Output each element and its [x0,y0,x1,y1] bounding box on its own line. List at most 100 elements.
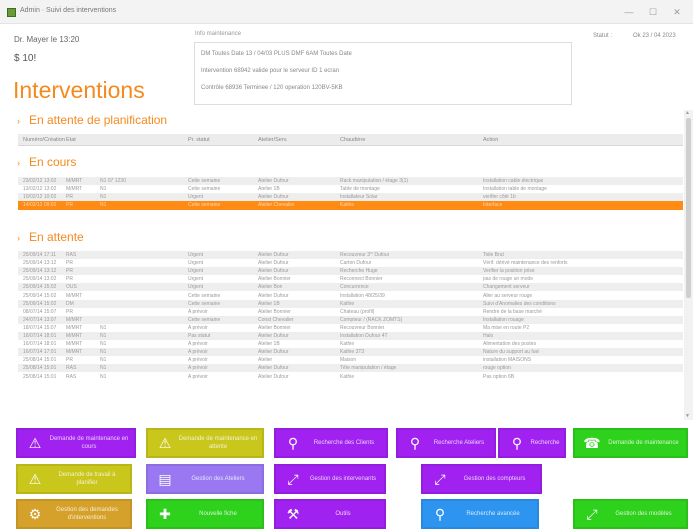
table-cell: M/MRT [66,178,83,184]
table-cell: Cette semaine [188,202,221,209]
table-cell: A prévoir [188,357,208,364]
table-cell: Atelier 1B [258,341,280,348]
section-label: En attente [29,230,84,244]
gestion-des-ateliers-button[interactable]: ▤ Gestion des Ateliers [146,464,264,494]
table-cell: Cette semaine [188,186,221,193]
column-header[interactable]: Action [483,137,498,143]
table-cell: RAS [66,365,77,372]
table-row[interactable]: 16/07/14 18:01 M/MRT N1 Pas statut Atelier D… [18,332,683,340]
button-label: Gestion des compteurs [463,476,526,482]
chevron-right-icon: › [17,233,20,243]
gestion-des-demandes-d-interventions-button[interactable]: ⚙ Gestion des demandes d'interventions [16,499,132,529]
table-cell: Pas option 6B [483,373,515,380]
section-label: En cours [29,155,77,169]
maintenance-line: DM Toutes Date 13 / 04/03 PLUS DMF 6AM T… [201,51,352,57]
button-label: Recherche des Clients [313,440,375,446]
table-row[interactable]: 10/02/12 10:02 PR N1 Urgent Atelier Dufour In… [18,193,683,202]
table-cell: M/MRT [66,316,83,323]
column-header[interactable]: Atelier/Serv. [258,137,288,143]
table-row[interactable]: 18/07/14 15:07 M/MRT N1 A prévoir Atelier Bo… [18,324,683,332]
expand-icon: ⤢ [434,471,446,487]
recherche-ateliers-button[interactable]: ⚲ Recherche Ateliers [396,428,496,458]
table-cell: M/MRT [66,349,83,356]
column-header[interactable]: Numéro/Crèation [23,137,65,143]
demande-de-travail-planifier-button[interactable]: ⚠ Demande de travail à planifier [16,464,132,494]
section-en-cours[interactable]: › En cours [17,155,76,169]
section-en-attente[interactable]: › En attente [17,230,84,244]
gestion-des-compteurs-button[interactable]: ⤢ Gestion des compteurs [421,464,542,494]
window-titlebar: Admin · Suivi des interventions — ☐ ✕ [0,0,693,24]
table-cell: 14/02/12 09:02 [23,202,57,209]
table-row[interactable]: 25/09/14 13:12 PR Urgent Atelier Dufour Rech… [18,267,683,276]
table-row[interactable]: 08/07/14 15:07 PR A prévoir Atelier Bonnier… [18,308,683,316]
table-cell: 23/02/12 13:02 [23,178,57,184]
table-row[interactable]: 25/09/14 15:02 M/MRT Cette semaine Atelier … [18,292,683,300]
table-cell: PR [66,260,73,267]
demande-de-maintenance-en-attente-button[interactable]: ⚠ Demande de maintenance en attente [146,428,264,458]
scroll-up-icon[interactable]: ▲ [685,110,690,116]
demande-de-maintenance-button[interactable]: ☎ Demande de maintenance [573,428,688,458]
table-row[interactable]: 25/09/14 15:02 DM Cette semaine Atelier 1B K… [18,299,683,308]
table-cell: Atelier Bonnier [258,276,291,283]
outils-button[interactable]: ⚒ Outils [274,499,386,529]
maximize-button[interactable]: ☐ [642,4,664,20]
table-row[interactable]: 25/08/14 15:01 PR N1 A prévoir Atelier Maison… [18,356,683,364]
table-cell: Installation Dufour 4T [340,333,388,339]
table-cell: Atelier [258,357,273,364]
table-cell: Installation rouage [483,316,524,323]
table-cell: Cette semaine [188,292,221,299]
section-planification[interactable]: › En attente de planification [17,113,167,127]
table-cell: RAS [66,252,77,258]
table-cell: A prévoir [188,324,208,331]
table-row[interactable]: 16/07/14 18:01 M/MRT N1 A prévoir Atelier 1B… [18,340,683,348]
table-row[interactable]: 25/08/14 15:01 RAS N1 A prévoir Atelier Dufo… [18,373,683,381]
table-row[interactable]: 14/02/12 09:02 PR N1 Cette semaine Atelier C… [18,201,683,211]
table-row[interactable]: 13/02/12 13:02 M/MRT N1 Cette semaine Atelie… [18,185,683,193]
scrollbar-thumb[interactable] [686,118,691,298]
table-row[interactable]: 24/07/14 13:07 M/MRT Cette semaine Const Ch… [18,315,683,324]
table-cell: Atelier 1B [258,186,280,193]
table-row[interactable]: 25/09/14 17:11 RAS Urgent Atelier Dufour Rec… [18,251,683,259]
column-header[interactable]: Pr. statut [188,137,210,143]
table-header: Numéro/Crèation Etat Pr. statut Atelier/Ser… [18,134,683,146]
table-cell: 25/09/14 17:11 [23,252,56,258]
maintenance-info-box[interactable]: DM Toutes Date 13 / 04/03 PLUS DMF 6AM T… [194,42,572,105]
table-cell: Aller au serveur rouge [483,292,533,299]
column-header[interactable]: Chaudière [340,137,365,143]
close-button[interactable]: ✕ [666,4,688,20]
warning-icon: ⚠ [158,435,172,451]
table-cell: N1 [100,373,107,380]
recherche-button[interactable]: ⚲ Recherche [498,428,566,458]
minimize-button[interactable]: — [618,4,640,20]
table-row[interactable]: 25/09/14 13:12 PR Urgent Atelier Dufour Cart… [18,259,683,267]
table-cell: 25/09/14 15:02 [23,292,57,299]
table-cell: Suivi d'Anomalies des conditions [483,300,556,307]
table-cell: PR [66,194,73,201]
table-cell: Compteur / (RACK ZOMTS) [340,316,403,323]
button-label: Recherche [530,440,560,446]
button-label: Outils [335,511,351,517]
column-header[interactable]: Etat [66,137,76,143]
table-row[interactable]: 25/08/14 15:01 RAS N1 A prévoir Atelier Dufo… [18,364,683,373]
recherche-des-clients-button[interactable]: ⚲ Recherche des Clients [274,428,388,458]
table-cell: 13/02/12 13:02 [23,186,57,193]
gestion-des-intervenants-button[interactable]: ⤢ Gestion des intervenants [274,464,386,494]
recherche-avanc-e-button[interactable]: ⚲ Recherche avancée [421,499,539,529]
table-row[interactable]: 25/09/14 15:02 OUS Urgent Atelier Bon Concur… [18,283,683,292]
table-cell: Atelier Dufour [258,333,289,339]
table-cell: N1 [100,202,107,209]
scroll-down-icon[interactable]: ▼ [685,413,690,419]
table-cell: Atelier Bonnier [258,324,291,331]
table-row[interactable]: 23/02/12 13:02 M/MRT N1 07 1230 Cette semai… [18,177,683,185]
user-date-label: Dr. Mayer le 13:20 [14,35,80,44]
table-row[interactable]: 16/07/14 17:01 M/MRT N1 A prévoir Atelier Du… [18,348,683,357]
app-icon [7,8,16,17]
gestion-des-mod-les-button[interactable]: ⤢ Gestion des modèles [573,499,688,529]
table-row[interactable]: 25/09/14 13:02 PR Urgent Atelier Bonnier Rec… [18,275,683,283]
table-cell: M/MRT [66,186,83,193]
table-cell: Nature du support au fuel [483,349,540,356]
search-icon: ⚲ [434,506,446,522]
demande-de-maintenance-en-cours-button[interactable]: ⚠ Demande de maintenance en cours [16,428,136,458]
table-cell: Installation 48/25/39 [340,292,385,299]
nouvelle-fiche-button[interactable]: ✚ Nouvelle fiche [146,499,264,529]
